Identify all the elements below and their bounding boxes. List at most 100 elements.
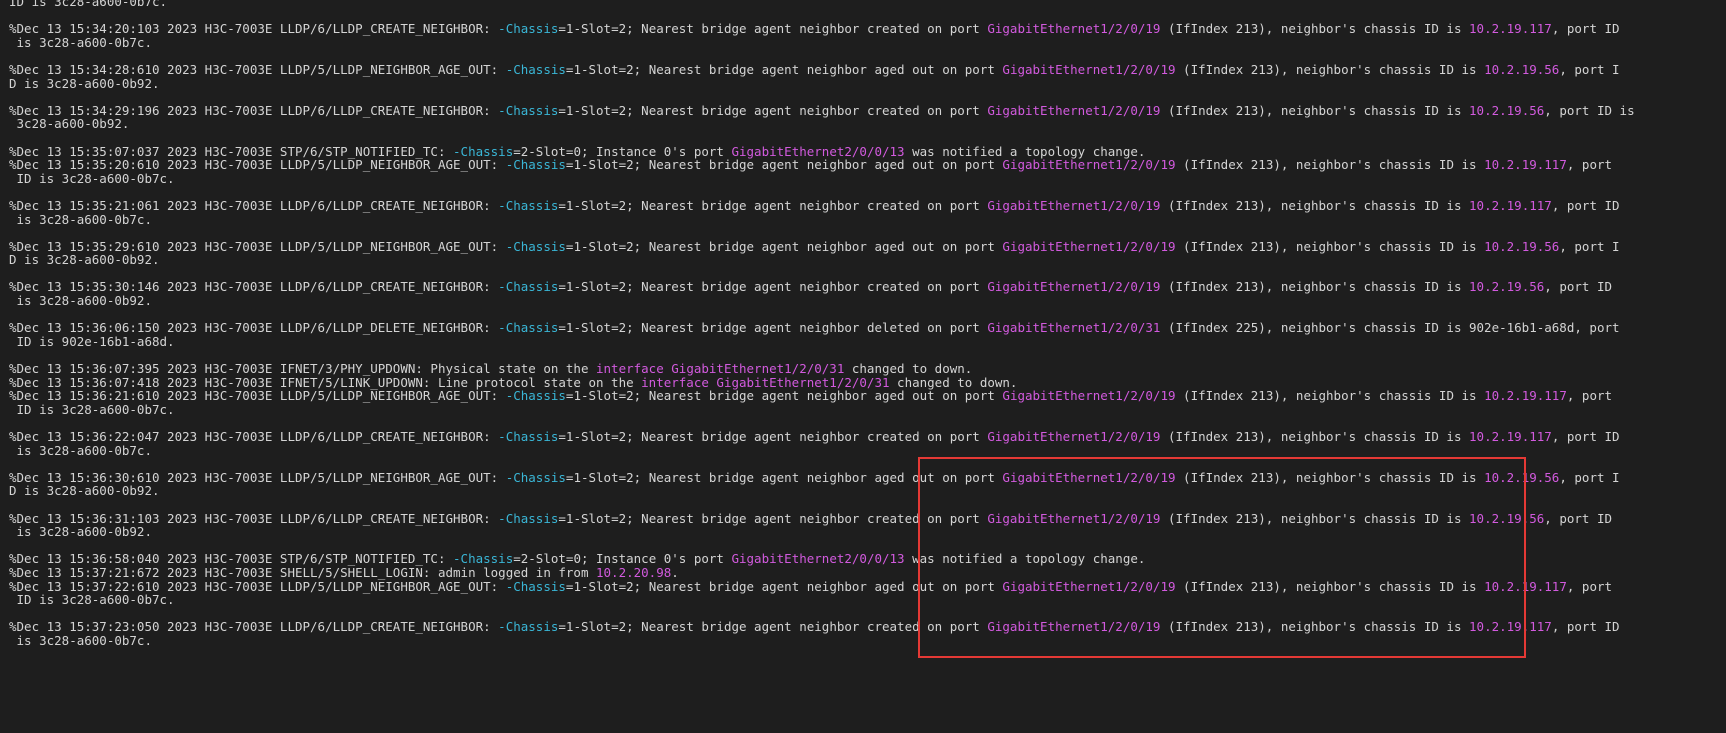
log-highlight-token: -Chassis <box>498 510 559 526</box>
log-line: %Dec 13 15:36:21:610 2023 H3C-7003E LLDP… <box>9 388 1612 416</box>
log-highlight-token: 10.2.19.117 <box>1484 578 1567 594</box>
log-text-segment: =1-Slot=2; Nearest bridge agent neighbor… <box>565 469 1003 485</box>
log-line: %Dec 13 15:36:07:395 2023 H3C-7003E IFNE… <box>9 362 1569 376</box>
log-line: %Dec 13 15:37:23:050 2023 H3C-7003E LLDP… <box>9 619 1620 647</box>
log-text-segment: =1-Slot=2; Nearest bridge agent neighbor… <box>558 279 988 295</box>
log-highlight-token: -Chassis <box>505 578 566 594</box>
log-text-segment: (IfIndex 213), neighbor's chassis ID is <box>1160 21 1470 37</box>
log-highlight-token: 10.2.19.117 <box>1484 388 1567 404</box>
log-highlight-token: GigabitEthernet1/2/0/19 <box>1002 238 1176 254</box>
log-line: %Dec 13 15:36:22:047 2023 H3C-7003E LLDP… <box>9 429 1620 457</box>
log-highlight-token: 10.2.19.56 <box>1484 469 1560 485</box>
log-highlight-token: GigabitEthernet1/2/0/19 <box>1002 61 1176 77</box>
log-text-segment: =1-Slot=2; Nearest bridge agent neighbor… <box>558 510 988 526</box>
log-highlight-token: GigabitEthernet1/2/0/19 <box>987 279 1161 295</box>
log-text-segment: (IfIndex 213), neighbor's chassis ID is <box>1160 510 1470 526</box>
log-text-segment: (IfIndex 213), neighbor's chassis ID is <box>1160 197 1470 213</box>
log-highlight-token: GigabitEthernet1/2/0/19 <box>987 429 1161 444</box>
log-highlight-token: GigabitEthernet1/2/0/19 <box>1002 578 1176 594</box>
log-highlight-token: 10.2.19.56 <box>1484 238 1560 254</box>
log-text-segment: =1-Slot=2; Nearest bridge agent neighbor… <box>565 578 1003 594</box>
log-highlight-token: -Chassis <box>505 238 566 254</box>
log-highlight-token: GigabitEthernet1/2/0/31 <box>987 320 1161 336</box>
log-text-segment: (IfIndex 213), neighbor's chassis ID is <box>1160 102 1470 118</box>
log-text-segment: ID is 3c28-a600-0b7c. <box>9 0 168 9</box>
log-text-segment: (IfIndex 213), neighbor's chassis ID is <box>1160 619 1470 635</box>
log-highlight-token: -Chassis <box>505 157 566 173</box>
log-highlight-token: -Chassis <box>498 197 559 213</box>
log-line: %Dec 13 15:34:29:196 2023 H3C-7003E LLDP… <box>9 102 1635 131</box>
log-text-segment: =1-Slot=2; Nearest bridge agent neighbor… <box>558 102 988 118</box>
log-highlight-token: GigabitEthernet1/2/0/19 <box>987 619 1161 635</box>
log-text-segment: =1-Slot=2; Nearest bridge agent neighbor… <box>558 619 988 635</box>
log-text-segment: (IfIndex 213), neighbor's chassis ID is <box>1160 279 1470 295</box>
log-line: %Dec 13 15:36:06:150 2023 H3C-7003E LLDP… <box>9 320 1620 348</box>
log-text-segment: =1-Slot=2; Nearest bridge agent neighbor… <box>558 21 988 37</box>
log-highlight-token: GigabitEthernet1/2/0/19 <box>1002 388 1176 404</box>
log-highlight-token: 10.2.19.56 <box>1484 61 1560 77</box>
log-output: ID is 3c28-a600-0b7c. %Dec 13 15:34:20:10… <box>9 0 1635 648</box>
log-highlight-token: -Chassis <box>505 388 566 404</box>
log-line: %Dec 13 15:35:29:610 2023 H3C-7003E LLDP… <box>9 238 1620 267</box>
log-highlight-token: 10.2.19.117 <box>1469 197 1552 213</box>
log-highlight-token: GigabitEthernet1/2/0/19 <box>1002 157 1176 173</box>
log-line: %Dec 13 15:37:21:672 2023 H3C-7003E SHEL… <box>9 566 1569 580</box>
log-highlight-token: 10.2.19.117 <box>1469 429 1552 444</box>
log-highlight-token: -Chassis <box>498 21 559 37</box>
log-text-segment: (IfIndex 213), neighbor's chassis ID is <box>1175 469 1485 485</box>
log-text-segment: =1-Slot=2; Nearest bridge agent neighbor… <box>565 61 1003 77</box>
log-text-segment: (IfIndex 213), neighbor's chassis ID is <box>1175 388 1485 404</box>
log-highlight-token: GigabitEthernet2/0/0/13 <box>731 551 905 567</box>
log-highlight-token: GigabitEthernet1/2/0/19 <box>987 21 1161 37</box>
scrollbar[interactable] <box>1712 0 1726 733</box>
log-highlight-token: 10.2.19.117 <box>1469 21 1552 37</box>
log-highlight-token: -Chassis <box>498 279 559 295</box>
log-text-segment: =1-Slot=2; Nearest bridge agent neighbor… <box>565 157 1003 173</box>
log-text-segment: =1-Slot=2; Nearest bridge agent neighbor… <box>558 197 988 213</box>
log-text-segment: (IfIndex 213), neighbor's chassis ID is <box>1175 578 1485 594</box>
log-highlight-token: 10.2.19.117 <box>1469 619 1552 635</box>
log-text-segment: was notified a topology change. <box>904 551 1146 567</box>
log-line: %Dec 13 15:34:20:103 2023 H3C-7003E LLDP… <box>9 21 1620 49</box>
log-highlight-token: GigabitEthernet1/2/0/19 <box>987 102 1161 118</box>
log-highlight-token: -Chassis <box>498 429 559 444</box>
log-highlight-token: -Chassis <box>505 469 566 485</box>
log-text-segment: =1-Slot=2; Nearest bridge agent neighbor… <box>565 238 1003 254</box>
log-highlight-token: 10.2.19.56 <box>1469 279 1545 295</box>
log-line: %Dec 13 15:37:22:610 2023 H3C-7003E LLDP… <box>9 578 1612 607</box>
log-highlight-token: 10.2.19.56 <box>1469 510 1545 526</box>
log-text-segment: =1-Slot=2; Nearest bridge agent neighbor… <box>558 429 988 444</box>
log-highlight-token: 10.2.19.117 <box>1484 157 1567 173</box>
log-line: %Dec 13 15:36:30:610 2023 H3C-7003E LLDP… <box>9 469 1620 498</box>
log-highlight-token: -Chassis <box>498 320 559 336</box>
log-line: %Dec 13 15:36:58:040 2023 H3C-7003E STP/… <box>9 552 1569 566</box>
log-line: ID is 3c28-a600-0b7c. <box>9 0 1569 9</box>
log-line: %Dec 13 15:36:07:418 2023 H3C-7003E IFNE… <box>9 375 1569 390</box>
log-line: %Dec 13 15:35:07:037 2023 H3C-7003E STP/… <box>9 144 1569 159</box>
terminal-window[interactable]: ID is 3c28-a600-0b7c. %Dec 13 15:34:20:10… <box>0 0 1726 733</box>
log-highlight-token: -Chassis <box>498 619 559 635</box>
log-text-segment: (IfIndex 213), neighbor's chassis ID is <box>1175 61 1485 77</box>
log-text-segment: (IfIndex 213), neighbor's chassis ID is <box>1160 429 1470 444</box>
log-text-segment: (IfIndex 213), neighbor's chassis ID is <box>1175 157 1485 173</box>
log-highlight-token: -Chassis <box>505 61 566 77</box>
log-line: %Dec 13 15:35:30:146 2023 H3C-7003E LLDP… <box>9 279 1612 307</box>
log-line: %Dec 13 15:35:20:610 2023 H3C-7003E LLDP… <box>9 157 1612 185</box>
log-highlight-token: GigabitEthernet1/2/0/19 <box>1002 469 1176 485</box>
log-highlight-token: 10.2.19.56 <box>1469 102 1545 118</box>
log-line: %Dec 13 15:35:21:061 2023 H3C-7003E LLDP… <box>9 197 1620 226</box>
log-highlight-token: GigabitEthernet1/2/0/19 <box>987 510 1161 526</box>
log-highlight-token: GigabitEthernet1/2/0/19 <box>987 197 1161 213</box>
